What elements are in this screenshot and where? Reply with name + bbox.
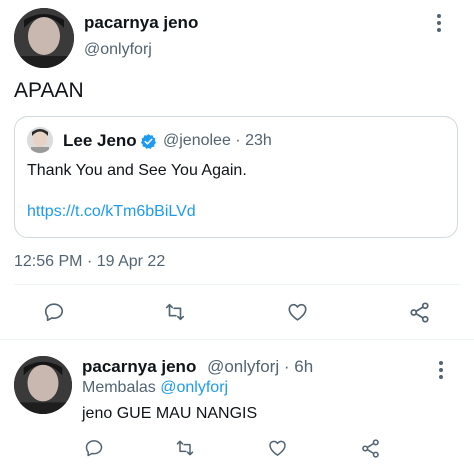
tweet-text: APAAN <box>14 79 84 102</box>
like-icon[interactable] <box>286 301 309 323</box>
author-name[interactable]: pacarnya jeno <box>84 13 198 33</box>
retweet-icon[interactable] <box>163 301 187 323</box>
quoted-meta: @jenolee · 23h <box>163 132 272 150</box>
divider <box>14 284 460 285</box>
tweet-time: 12:56 PM <box>14 253 83 270</box>
author-avatar[interactable] <box>14 8 74 68</box>
reply-icon[interactable] <box>84 438 104 458</box>
reply-author-avatar[interactable] <box>14 356 72 414</box>
quoted-author-name: Lee Jeno <box>63 131 137 150</box>
reply-author-handle[interactable]: @onlyforj <box>207 357 279 376</box>
share-icon[interactable] <box>360 438 381 459</box>
quoted-author-handle: @jenolee <box>163 132 231 149</box>
replying-to: Membalas @onlyforj <box>82 379 228 397</box>
quoted-link[interactable]: https://t.co/kTm6bBiLVd <box>27 203 196 221</box>
tweet-timestamp[interactable]: 12:56 PM · 19 Apr 22 <box>14 253 165 271</box>
reply-icon[interactable] <box>43 301 65 323</box>
reply-text: jeno GUE MAU NANGIS <box>82 405 258 422</box>
reply-separator: · <box>283 357 290 376</box>
quoted-time: 23h <box>245 132 272 149</box>
quoted-separator: · <box>235 132 241 149</box>
tweet-date: 19 Apr 22 <box>96 253 166 270</box>
author-handle[interactable]: @onlyforj <box>84 41 152 59</box>
replying-to-handle[interactable]: @onlyforj <box>160 379 228 396</box>
share-icon[interactable] <box>408 301 431 324</box>
retweet-icon[interactable] <box>174 438 196 458</box>
verified-icon <box>140 133 157 150</box>
tweet-separator: · <box>86 253 93 270</box>
more-icon[interactable] <box>438 361 444 379</box>
reply-author-name[interactable]: pacarnya jeno <box>82 357 196 376</box>
quoted-text: Thank You and See You Again. <box>27 162 247 179</box>
reply-time: 6h <box>294 357 314 376</box>
more-icon[interactable] <box>436 14 442 32</box>
divider <box>0 339 474 340</box>
like-icon[interactable] <box>267 438 288 458</box>
reply-header: pacarnya jeno @onlyforj · 6h <box>82 357 313 377</box>
quoted-author-avatar <box>27 127 53 153</box>
replying-label: Membalas <box>82 379 156 396</box>
